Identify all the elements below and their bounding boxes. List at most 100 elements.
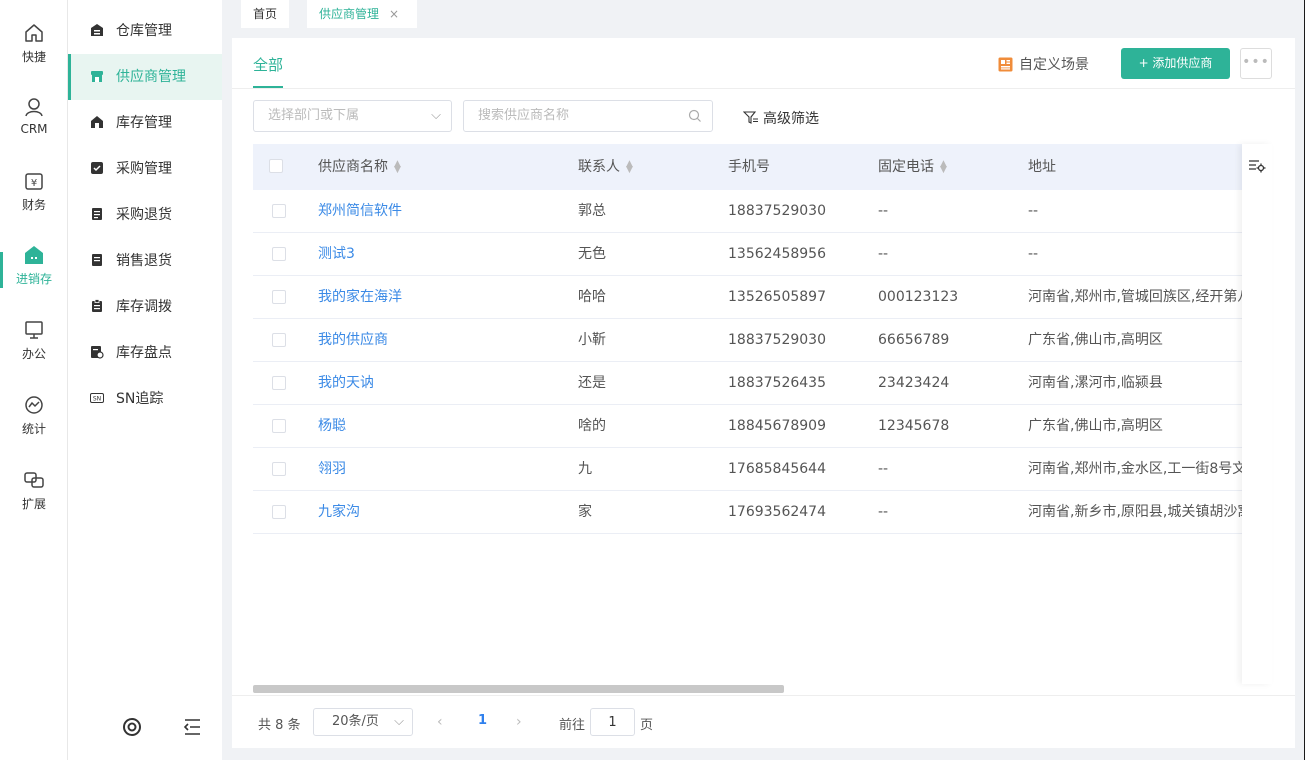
prev-page-button[interactable]: ‹ [437, 714, 443, 730]
tab-home-label: 首页 [253, 7, 278, 21]
rail-item-stats[interactable]: 统计 [0, 372, 68, 442]
rail-item-label: 快捷 [21, 50, 46, 64]
row-checkbox[interactable] [272, 247, 286, 261]
rail-item-office[interactable]: 办公 [0, 297, 68, 367]
chart-icon [25, 396, 43, 414]
column-settings-panel [1242, 144, 1272, 684]
view-tab-all[interactable]: 全部 [253, 54, 283, 75]
submenu-item-stock[interactable]: 库存管理 [68, 100, 222, 146]
rail-item-extend[interactable]: 扩展 [0, 447, 68, 517]
supplier-name-link[interactable]: 九家沟 [318, 491, 568, 534]
sort-icon[interactable]: ▲ ▼ [626, 160, 633, 175]
goto-label: 前往 [559, 718, 586, 733]
supplier-name-link[interactable]: 我的家在海洋 [318, 276, 568, 319]
supplier-name-link[interactable]: 杨聪 [318, 405, 568, 448]
supplier-name-link[interactable]: 测试3 [318, 233, 568, 276]
submenu: 仓库管理 供应商管理 库存管理 采购管理 采购退货 销售退货 库存调拨 库存盘点… [68, 0, 222, 760]
sort-icon[interactable]: ▲ ▼ [940, 160, 947, 175]
store-icon [25, 246, 43, 264]
supplier-name-link[interactable]: 翎羽 [318, 448, 568, 491]
row-checkbox[interactable] [272, 333, 286, 347]
department-select[interactable]: 选择部门或下属 ⌵ [253, 100, 452, 132]
column-header-label: 手机号 [728, 159, 770, 175]
page-number-button[interactable]: 1 [478, 713, 487, 728]
row-checkbox[interactable] [272, 505, 286, 519]
search-box [463, 100, 713, 132]
goto-page-input[interactable] [590, 708, 635, 736]
table-row[interactable]: 郑州简信软件 郭总 18837529030 -- -- [253, 190, 1272, 233]
address-cell: 河南省,新乡市,原阳县,城关镇胡沙窝 [1028, 504, 1242, 520]
submenu-item-sales-return[interactable]: 销售退货 [68, 238, 222, 284]
supplier-name-link[interactable]: 我的天讷 [318, 362, 568, 405]
rail-item-inventory[interactable]: 进销存 [0, 222, 68, 292]
phone-cell: 23423424 [878, 375, 950, 391]
phone-cell: -- [878, 504, 889, 520]
column-header-label: 固定电话 [878, 159, 934, 175]
table-row[interactable]: 我的供应商 小靳 18837529030 66656789 广东省,佛山市,高明… [253, 319, 1272, 362]
page-size-value: 20条/页 [332, 714, 379, 729]
svg-text:¥: ¥ [31, 178, 37, 189]
rail-item-label: 扩展 [21, 497, 46, 511]
rail-item-quick[interactable]: 快捷 [0, 0, 68, 70]
submenu-item-label: 采购退货 [116, 207, 172, 223]
divider [232, 88, 1295, 89]
supplier-table: 供应商名称 ▲ ▼ 联系人 ▲ ▼ 手机号 固定电话 ▲ ▼ 地址 郑州简信软件 郭总 18… [253, 144, 1272, 534]
close-icon[interactable]: × [389, 7, 399, 21]
column-settings-icon[interactable] [1248, 158, 1266, 174]
rail-item-label: 统计 [21, 422, 46, 436]
row-checkbox[interactable] [272, 419, 286, 433]
mobile-cell: 18837529030 [728, 332, 826, 348]
rail-item-crm[interactable]: CRM [0, 74, 68, 144]
submenu-item-purchase-return[interactable]: 采购退货 [68, 192, 222, 238]
add-supplier-button[interactable]: + 添加供应商 [1121, 48, 1230, 79]
submenu-item-purchase[interactable]: 采购管理 [68, 146, 222, 192]
row-checkbox[interactable] [272, 204, 286, 218]
mobile-cell: 13562458956 [728, 246, 826, 262]
submenu-item-sn-tracking[interactable]: SN SN追踪 [68, 376, 222, 422]
table-row[interactable]: 测试3 无色 13562458956 -- -- [253, 233, 1272, 276]
next-page-button[interactable]: › [516, 714, 522, 730]
table-row[interactable]: 我的天讷 还是 18837526435 23423424 河南省,漯河市,临颍县 [253, 362, 1272, 405]
row-checkbox[interactable] [272, 462, 286, 476]
page-size-select[interactable]: 20条/页 ⌵ [313, 708, 413, 736]
chevron-down-icon: ⌵ [394, 714, 404, 729]
contact-cell: 啥的 [578, 418, 606, 434]
contact-cell: 无色 [578, 246, 606, 262]
advanced-filter-button[interactable]: 高级筛选 [743, 108, 819, 128]
column-header-name[interactable]: 供应商名称 ▲ ▼ [318, 144, 401, 190]
contact-cell: 小靳 [578, 332, 606, 348]
warehouse-icon [91, 24, 103, 36]
submenu-item-supplier[interactable]: 供应商管理 [68, 54, 222, 100]
custom-scene-button[interactable]: 自定义场景 [998, 54, 1089, 74]
submenu-item-label: 库存调拨 [116, 299, 172, 315]
column-header-phone[interactable]: 固定电话 ▲ ▼ [878, 144, 947, 190]
table-row[interactable]: 翎羽 九 17685845644 -- 河南省,郑州市,金水区,工一街8号文 [253, 448, 1272, 491]
table-row[interactable]: 九家沟 家 17693562474 -- 河南省,新乡市,原阳县,城关镇胡沙窝 [253, 491, 1272, 534]
submenu-item-stocktake[interactable]: 库存盘点 [68, 330, 222, 376]
table-row[interactable]: 杨聪 啥的 18845678909 12345678 广东省,佛山市,高明区 [253, 405, 1272, 448]
submenu-item-warehouse[interactable]: 仓库管理 [68, 8, 222, 54]
settings-icon[interactable] [121, 716, 143, 738]
search-icon[interactable] [688, 109, 702, 123]
contact-cell: 郭总 [578, 203, 606, 219]
sort-icon[interactable]: ▲ ▼ [394, 160, 401, 175]
column-header-contact[interactable]: 联系人 ▲ ▼ [578, 144, 633, 190]
supplier-name-link[interactable]: 我的供应商 [318, 319, 568, 362]
scene-icon [998, 57, 1013, 71]
select-all-checkbox[interactable] [269, 159, 283, 173]
collapse-menu-icon[interactable] [181, 717, 203, 737]
horizontal-scrollbar[interactable] [253, 685, 1272, 693]
scrollbar-thumb[interactable] [253, 685, 784, 693]
row-checkbox[interactable] [272, 290, 286, 304]
submenu-item-transfer[interactable]: 库存调拨 [68, 284, 222, 330]
row-checkbox[interactable] [272, 376, 286, 390]
tab-home[interactable]: 首页 [241, 0, 290, 28]
search-input[interactable] [478, 108, 678, 123]
tab-supplier-management[interactable]: 供应商管理 × [307, 0, 417, 28]
more-button[interactable]: ••• [1240, 48, 1272, 79]
phone-cell: 000123123 [878, 289, 959, 305]
rail-item-finance[interactable]: ¥ 财务 [0, 148, 68, 218]
table-row[interactable]: 我的家在海洋 哈哈 13526505897 000123123 河南省,郑州市,… [253, 276, 1272, 319]
supplier-name-link[interactable]: 郑州简信软件 [318, 190, 568, 233]
address-cell: 河南省,郑州市,金水区,工一街8号文 [1028, 461, 1242, 477]
